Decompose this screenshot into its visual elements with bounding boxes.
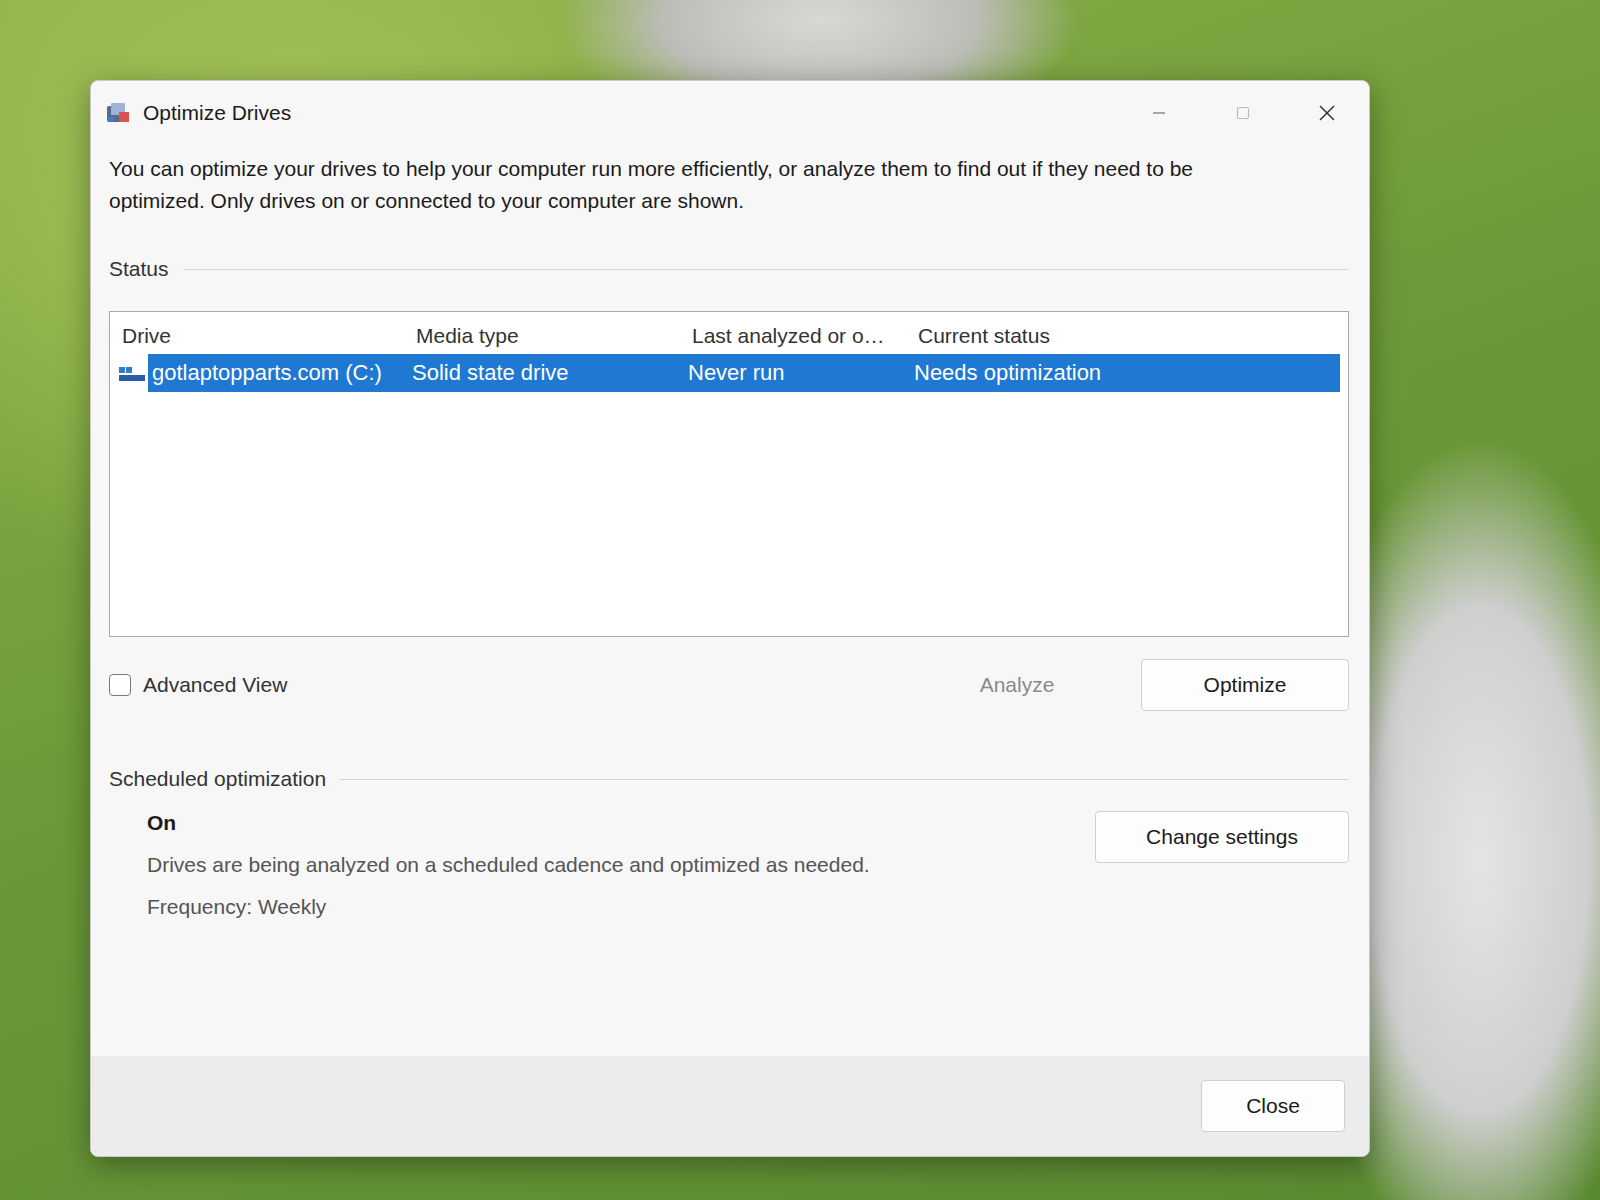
checkbox-icon [109,674,131,696]
close-button[interactable]: Close [1201,1080,1345,1132]
change-settings-button[interactable]: Change settings [1095,811,1349,863]
title-bar: Optimize Drives [91,81,1369,145]
drives-table: DriveMedia typeLast analyzed or o…Curren… [109,311,1349,637]
maximize-button[interactable] [1201,91,1285,135]
footer: Close [91,1056,1369,1156]
schedule-state: On [147,811,1095,835]
column-header[interactable]: Current status [914,324,1340,348]
defrag-icon [105,100,131,126]
minimize-icon [1151,105,1167,121]
table-row[interactable]: gotlaptopparts.com (C:)Solid state drive… [118,354,1340,392]
table-header: DriveMedia typeLast analyzed or o…Curren… [118,318,1340,354]
action-button[interactable]: Analyze [913,659,1121,711]
close-icon [1318,104,1336,122]
optimize-drives-window: Optimize Drives You can optimize your dri… [90,80,1370,1157]
description: You can optimize your drives to help you… [109,153,1349,217]
column-header[interactable]: Last analyzed or o… [688,324,914,348]
maximize-icon [1235,105,1251,121]
last-run: Never run [684,354,910,392]
schedule-frequency: Frequency: Weekly [147,895,1095,919]
minimize-button[interactable] [1117,91,1201,135]
column-header[interactable]: Drive [118,324,412,348]
drive-icon [118,363,146,383]
schedule-description: Drives are being analyzed on a scheduled… [147,853,1095,877]
media-type: Solid state drive [408,354,684,392]
current-status: Needs optimization [910,354,1340,392]
desktop: Optimize Drives You can optimize your dri… [0,0,1600,1200]
scheduled-header: Scheduled optimization [109,767,1349,791]
advanced-view-checkbox[interactable]: Advanced View [109,673,287,697]
status-header: Status [109,257,1349,281]
drive-name: gotlaptopparts.com (C:) [148,354,408,392]
window-title: Optimize Drives [143,101,291,125]
action-button[interactable]: Optimize [1141,659,1349,711]
close-window-button[interactable] [1285,91,1369,135]
column-header[interactable]: Media type [412,324,688,348]
